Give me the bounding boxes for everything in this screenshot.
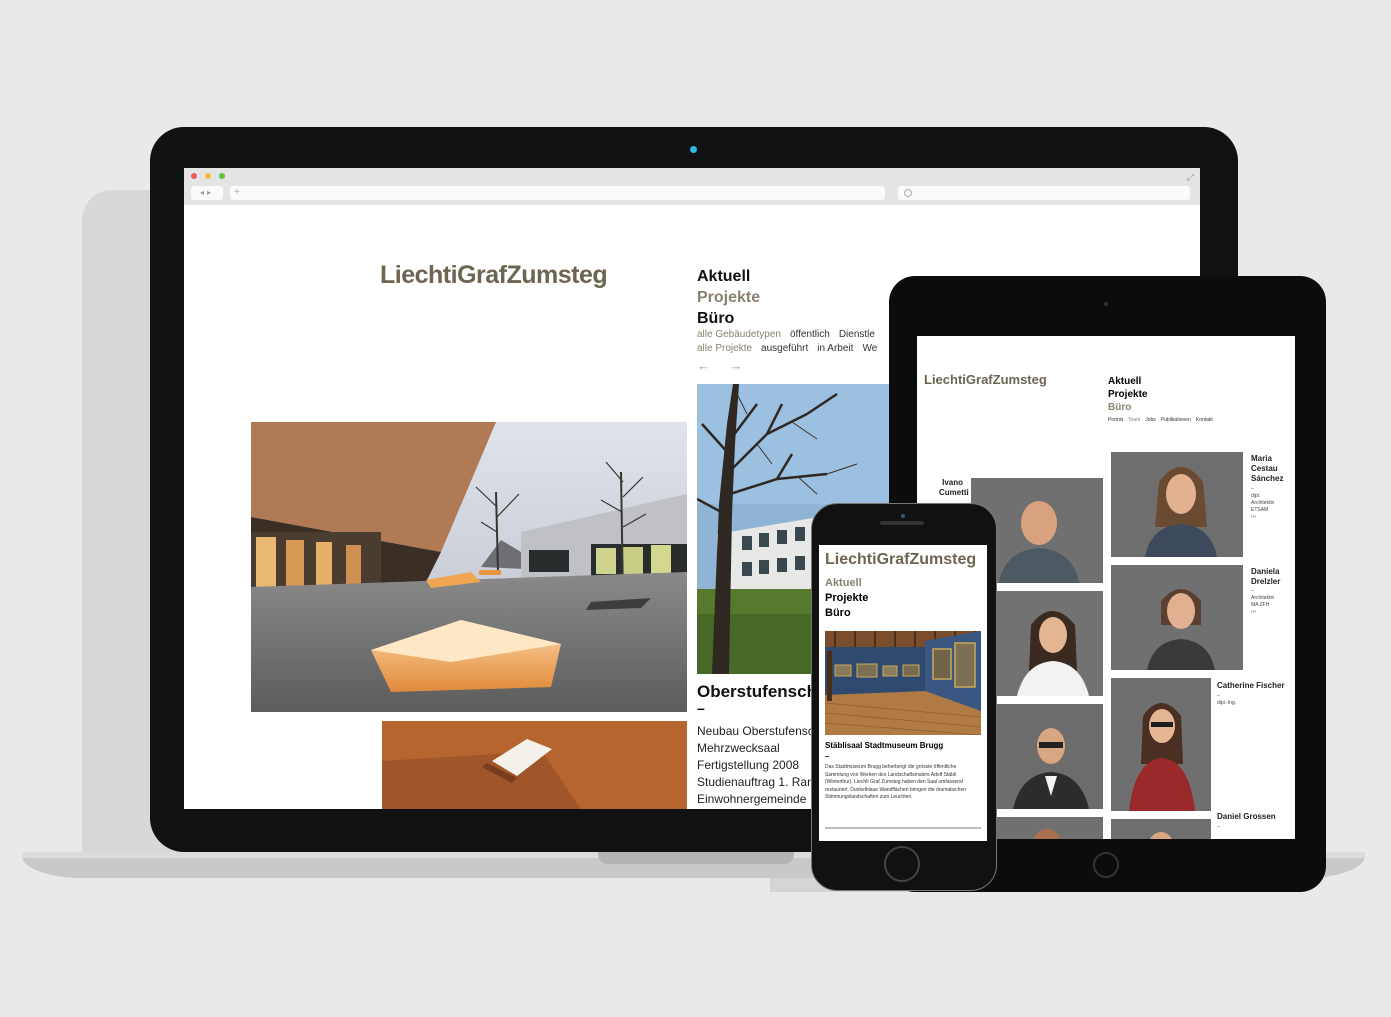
person-name[interactable]: Maria Cestau Sánchez [1251,454,1283,484]
person-name[interactable]: Ivano Cumetti [939,478,969,498]
person-name[interactable]: Daniela Drelzler [1251,567,1280,587]
tablet-sub-kontakt[interactable]: Kontakt [1196,417,1213,423]
person-title: – [1217,824,1220,830]
phone-project-photo[interactable] [825,631,981,735]
person-title: – dipl. Architektin ETSAM ››› [1251,486,1275,520]
menu-item-aktuell[interactable]: Aktuell [697,266,760,287]
browser-search-bar[interactable] [898,186,1190,200]
phone-project-dash: – [825,752,830,761]
tablet-main-menu: Aktuell Projekte Büro [1108,375,1147,414]
filter-competitions[interactable]: We [862,343,877,354]
tablet-submenu: Porträt Team Jobs Publikationen Kontakt [1108,417,1218,423]
team-portrait[interactable] [1111,565,1243,670]
phone-main-menu: Aktuell Projekte Büro [825,576,868,621]
address-bar[interactable]: + [230,186,885,200]
phone-scroll-indicator [825,827,981,829]
project-photo-interior[interactable] [382,721,687,809]
project-title[interactable]: Oberstufenschu [697,682,827,702]
phone-menu-projekte[interactable]: Projekte [825,591,868,606]
tablet-sub-team[interactable]: Team [1128,417,1140,423]
menu-item-projekte[interactable]: Projekte [697,287,760,308]
filter-all-types[interactable]: alle Gebäudetypen [697,329,781,340]
team-portrait[interactable] [1111,452,1243,557]
person-title: – dipl.-Ing. [1217,693,1237,706]
phone-screen: LiechtiGrafZumsteg Aktuell Projekte Büro… [819,545,987,841]
team-portrait[interactable] [1111,678,1211,811]
project-photo-courtyard[interactable] [251,422,687,712]
zoom-window-button[interactable] [219,173,225,179]
tablet-menu-aktuell[interactable]: Aktuell [1108,375,1147,388]
phone-project-text: Das Stadtmuseum Brugg beherbergt die grö… [825,764,967,800]
tablet-sub-publikationen[interactable]: Publikationen [1161,417,1191,423]
team-portrait[interactable] [997,817,1103,839]
phone-camera [901,514,905,518]
tablet-sub-portraet[interactable]: Porträt [1108,417,1123,423]
phone-project-title[interactable]: Stäblisaal Stadtmuseum Brugg [825,741,943,750]
phone-home-button[interactable] [884,846,920,882]
tablet-menu-projekte[interactable]: Projekte [1108,388,1147,401]
project-filters: alle Gebäudetypen öffentlich Dienstle alle… [697,328,886,356]
tablet-sub-jobs[interactable]: Jobs [1145,417,1156,423]
laptop-notch [598,852,794,864]
gallery-arrows[interactable]: ← → [697,358,751,373]
minimize-window-button[interactable] [205,173,211,179]
phone-menu-buero[interactable]: Büro [825,606,868,621]
site-logo[interactable]: LiechtiGrafZumsteg [380,261,608,290]
filter-in-progress[interactable]: in Arbeit [817,343,853,354]
search-icon [904,189,912,197]
phone-site-logo[interactable]: LiechtiGrafZumsteg [825,551,976,569]
filter-public[interactable]: öffentlich [790,329,830,340]
phone-speaker [880,521,924,525]
main-menu: Aktuell Projekte Büro [697,266,760,329]
team-portrait[interactable] [1111,819,1211,839]
browser-back-forward[interactable]: ◂▸ [191,186,223,200]
close-window-button[interactable] [191,173,197,179]
browser-chrome: ◂▸ + ⤢ [184,168,1200,205]
plus-icon: + [234,187,240,198]
person-name[interactable]: Catherine Fischer [1217,681,1285,691]
filter-all-projects[interactable]: alle Projekte [697,343,752,354]
person-title: – Architektin MA ZFH ››› [1251,588,1275,615]
menu-item-buero[interactable]: Büro [697,308,760,329]
laptop-webcam [690,146,697,153]
tablet-menu-buero[interactable]: Büro [1108,401,1147,414]
tablet-camera [1104,302,1108,306]
team-portrait[interactable] [997,591,1103,696]
project-dash: – [697,700,705,716]
filter-services[interactable]: Dienstle [839,329,875,340]
phone-menu-aktuell[interactable]: Aktuell [825,576,868,591]
tablet-site-logo[interactable]: LiechtiGrafZumsteg [924,372,1047,387]
team-portrait[interactable] [997,704,1103,809]
fullscreen-icon[interactable]: ⤢ [1187,172,1194,183]
person-name[interactable]: Daniel Grossen [1217,812,1276,822]
project-description: Neubau Oberstufensch Mehrzwecksaal Ferti… [697,724,821,806]
filter-built[interactable]: ausgeführt [761,343,808,354]
tablet-home-button[interactable] [1093,852,1119,878]
